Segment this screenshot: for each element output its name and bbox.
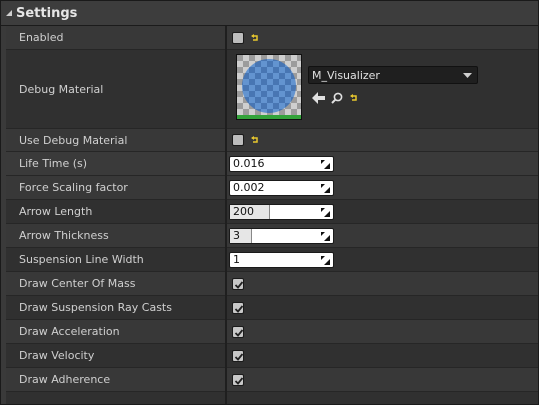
checkmark-icon bbox=[234, 328, 244, 337]
life-time-text: 0.016 bbox=[233, 157, 265, 170]
drag-resize-icon bbox=[321, 159, 330, 169]
row-draw-adherence: Draw Adherence bbox=[6, 368, 538, 392]
checkmark-icon bbox=[234, 280, 244, 289]
draw-velocity-label: Draw Velocity bbox=[19, 349, 95, 362]
use-debug-material-label: Use Debug Material bbox=[19, 133, 128, 147]
arrow-left-icon[interactable] bbox=[312, 92, 325, 104]
material-tools bbox=[312, 92, 359, 104]
row-enabled: Enabled bbox=[6, 26, 538, 50]
row-force-scaling: Force Scaling factor 0.002 bbox=[6, 176, 538, 200]
draw-suspension-ray-casts-checkbox[interactable] bbox=[232, 301, 244, 314]
row-draw-center-of-mass: Draw Center Of Mass bbox=[6, 272, 538, 296]
draw-suspension-ray-casts-value bbox=[232, 296, 244, 319]
material-picker-combo[interactable]: M_Visualizer bbox=[308, 66, 478, 84]
checkmark-icon bbox=[234, 304, 244, 313]
material-preview-sphere-icon bbox=[237, 55, 301, 119]
row-draw-velocity: Draw Velocity bbox=[6, 344, 538, 368]
suspension-line-width-value: 1 bbox=[229, 248, 334, 271]
reset-to-default-icon[interactable] bbox=[250, 33, 260, 43]
draw-adherence-value bbox=[232, 368, 244, 391]
arrow-thickness-label: Arrow Thickness bbox=[19, 229, 109, 242]
force-scaling-text: 0.002 bbox=[233, 181, 265, 194]
row-life-time: Life Time (s) 0.016 bbox=[6, 152, 538, 176]
draw-center-of-mass-label: Draw Center Of Mass bbox=[19, 277, 136, 290]
enabled-label: Enabled bbox=[19, 31, 64, 44]
details-panel: Settings Enabled Debug Material M_Visual… bbox=[0, 0, 539, 405]
chevron-down-icon bbox=[463, 73, 472, 78]
reset-to-default-icon[interactable] bbox=[349, 93, 359, 103]
suspension-line-width-input[interactable]: 1 bbox=[229, 251, 334, 268]
search-icon[interactable] bbox=[331, 92, 343, 104]
draw-center-of-mass-checkbox[interactable] bbox=[232, 277, 244, 290]
column-splitter[interactable] bbox=[225, 26, 227, 404]
draw-adherence-checkbox[interactable] bbox=[232, 373, 244, 386]
row-draw-suspension-ray-casts: Draw Suspension Ray Casts bbox=[6, 296, 538, 320]
arrow-length-label: Arrow Length bbox=[19, 205, 93, 218]
suspension-line-width-text: 1 bbox=[233, 253, 240, 266]
arrow-length-slider[interactable]: 200 bbox=[229, 203, 334, 220]
debug-material-value: M_Visualizer bbox=[232, 50, 532, 128]
suspension-line-width-label: Suspension Line Width bbox=[19, 253, 144, 266]
draw-center-of-mass-value bbox=[232, 272, 244, 295]
arrow-thickness-slider[interactable]: 3 bbox=[229, 227, 334, 244]
force-scaling-value: 0.002 bbox=[229, 176, 334, 199]
draw-acceleration-label: Draw Acceleration bbox=[19, 325, 120, 338]
enabled-checkbox[interactable] bbox=[232, 31, 244, 44]
arrow-length-text: 200 bbox=[233, 205, 254, 218]
life-time-label: Life Time (s) bbox=[19, 157, 88, 170]
settings-section-header[interactable]: Settings bbox=[1, 1, 538, 26]
collapse-arrow-icon[interactable] bbox=[5, 9, 13, 17]
debug-material-label: Debug Material bbox=[19, 82, 104, 96]
draw-acceleration-checkbox[interactable] bbox=[232, 325, 244, 338]
material-thumbnail[interactable] bbox=[236, 54, 302, 120]
row-debug-material: Debug Material M_Visualizer bbox=[6, 50, 538, 129]
row-suspension-line-width: Suspension Line Width 1 bbox=[6, 248, 538, 272]
enabled-value bbox=[232, 26, 260, 49]
arrow-thickness-text: 3 bbox=[233, 229, 240, 242]
force-scaling-input[interactable]: 0.002 bbox=[229, 179, 334, 196]
draw-adherence-label: Draw Adherence bbox=[19, 373, 111, 386]
force-scaling-label: Force Scaling factor bbox=[19, 181, 128, 194]
checkmark-icon bbox=[234, 376, 244, 385]
section-title: Settings bbox=[16, 5, 78, 21]
drag-resize-icon bbox=[321, 183, 330, 193]
life-time-input[interactable]: 0.016 bbox=[229, 155, 334, 172]
use-debug-material-checkbox[interactable] bbox=[232, 134, 244, 146]
row-arrow-thickness: Arrow Thickness 3 bbox=[6, 224, 538, 248]
row-draw-acceleration: Draw Acceleration bbox=[6, 320, 538, 344]
material-picker-value: M_Visualizer bbox=[312, 68, 380, 82]
checkmark-icon bbox=[234, 352, 244, 361]
row-arrow-length: Arrow Length 200 bbox=[6, 200, 538, 224]
drag-resize-icon bbox=[321, 231, 330, 241]
draw-suspension-ray-casts-label: Draw Suspension Ray Casts bbox=[19, 301, 172, 314]
row-use-debug-material: Use Debug Material bbox=[6, 129, 538, 152]
draw-acceleration-value bbox=[232, 320, 244, 343]
draw-velocity-checkbox[interactable] bbox=[232, 349, 244, 362]
draw-velocity-value bbox=[232, 344, 244, 367]
drag-resize-icon bbox=[321, 207, 330, 217]
arrow-thickness-value: 3 bbox=[229, 224, 334, 247]
arrow-length-value: 200 bbox=[229, 200, 334, 223]
use-debug-material-value bbox=[232, 129, 260, 151]
drag-resize-icon bbox=[321, 255, 330, 265]
life-time-value: 0.016 bbox=[229, 152, 334, 175]
reset-to-default-icon[interactable] bbox=[250, 135, 260, 145]
